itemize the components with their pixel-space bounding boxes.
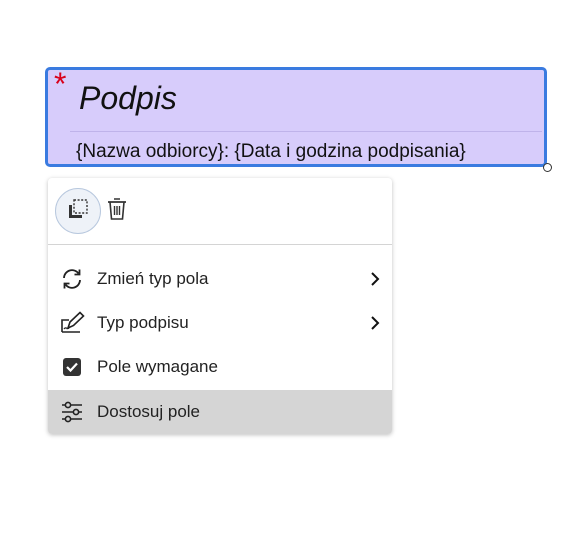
refresh-icon [59,266,85,292]
checkbox-checked-icon[interactable] [59,354,85,380]
menu-item-required-field[interactable]: Pole wymagane [48,345,392,389]
copy-button[interactable] [55,188,101,234]
menu-actions-bar [48,178,392,245]
delete-button[interactable] [104,197,130,225]
chevron-right-icon [368,314,382,332]
copy-icon [66,197,90,226]
menu-item-change-field-type[interactable]: Zmień typ pola [48,257,392,301]
required-marker: * [54,66,67,102]
resize-handle[interactable] [543,163,552,172]
menu-item-signature-type[interactable]: Typ podpisu [48,301,392,345]
chevron-right-icon [368,270,382,288]
sliders-icon [59,399,85,425]
menu-item-label: Typ podpisu [97,313,189,332]
menu-item-label: Dostosuj pole [97,402,201,421]
field-subtitle: {Nazwa odbiorcy}: {Data i godzina podpis… [76,141,466,162]
field-divider [70,131,542,132]
menu-item-customize-field[interactable]: Dostosuj pole [48,390,392,434]
field-context-menu: Zmień typ pola Typ podpisu Pole wymagane [48,178,392,434]
field-title: Podpis [79,80,177,116]
signature-field[interactable]: * Podpis {Nazwa odbiorcy}: {Data i godzi… [45,67,547,167]
trash-icon [106,197,128,226]
signature-pen-icon [59,310,85,336]
menu-item-label: Pole wymagane [97,357,218,376]
menu-item-label: Zmień typ pola [97,269,209,288]
